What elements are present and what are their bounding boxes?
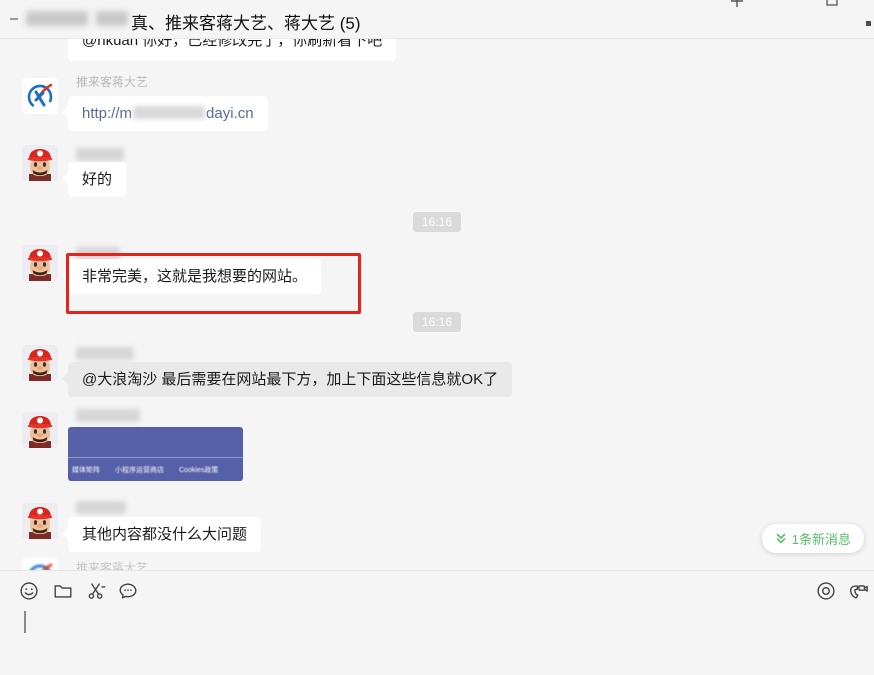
mario-avatar-icon <box>22 412 58 448</box>
folder-icon[interactable] <box>52 580 74 602</box>
sender-name: 推来客蒋大艺 <box>76 75 149 89</box>
avatar-tuilaike-logo[interactable] <box>22 78 58 114</box>
message-text: @大浪淘沙 最后需要在网站最下方，加上下面这些信息就OK了 <box>82 371 499 388</box>
image-message-website-footer[interactable]: 媒体矩阵 小程序运营商店 Cookies政策 <box>68 427 243 481</box>
avatar-mario[interactable] <box>22 412 58 448</box>
scrollbar-thumb[interactable] <box>866 21 871 26</box>
message-bubble-url[interactable]: http://m dayi.cn <box>62 96 268 131</box>
message-text: 非常完美，这就是我想要的网站。 <box>82 268 308 285</box>
message-input-area[interactable] <box>20 607 854 667</box>
bubble-tail <box>62 172 75 185</box>
emoji-icon[interactable] <box>18 580 40 602</box>
plus-icon[interactable] <box>729 0 745 9</box>
avatar-mario[interactable] <box>22 345 58 381</box>
timestamp-pill: 16:16 <box>412 312 462 332</box>
new-message-badge[interactable]: 1条新消息 <box>761 524 864 553</box>
message-bubble-no-problem[interactable]: 其他内容都没什么大问题 <box>62 517 262 552</box>
chat-header: 真、推来客蒋大艺、蒋大艺 (5) <box>0 0 874 39</box>
avatar-tuilaike-logo-clipped[interactable] <box>22 558 58 570</box>
message-bubble-mention[interactable]: @大浪淘沙 最后需要在网站最下方，加上下面这些信息就OK了 <box>62 362 513 397</box>
record-circle-icon[interactable] <box>815 580 837 602</box>
input-panel[interactable] <box>0 570 874 675</box>
image-footer-link: 媒体矩阵 <box>72 467 100 474</box>
double-chevron-down-icon <box>776 533 786 543</box>
image-footer-link: 小程序运营商店 <box>115 467 164 474</box>
title-redacted-segment <box>26 11 88 26</box>
mario-avatar-icon <box>22 503 58 539</box>
image-footer-divider <box>68 457 243 458</box>
avatar-mario[interactable] <box>22 145 58 181</box>
message-bubble-clipped-top[interactable]: @hkuan 你好，已经修改完了，你刷新看下吧 <box>68 38 397 61</box>
screenshot-scissors-icon[interactable] <box>85 580 107 602</box>
message-text: @hkuan 你好，已经修改完了，你刷新看下吧 <box>82 38 383 49</box>
sender-name-redacted <box>76 148 124 161</box>
bubble-tail <box>62 106 75 119</box>
video-call-icon[interactable] <box>847 580 869 602</box>
link-text-prefix: http://m <box>82 105 133 122</box>
new-message-badge-label: 1条新消息 <box>791 532 851 547</box>
sender-name-redacted <box>76 501 126 514</box>
sender-name-redacted <box>76 409 140 422</box>
message-bubble-ok[interactable]: 好的 <box>62 162 127 197</box>
bubble-tail <box>62 527 75 540</box>
chat-window: @hkuan 你好，已经修改完了，你刷新看下吧 推来客蒋大艺 http://m d… <box>0 0 874 675</box>
message-bubble-perfect[interactable]: 非常完美，这就是我想要的网站。 <box>62 259 322 294</box>
tuilaike-logo-icon <box>22 558 58 570</box>
title-redaction-tick <box>10 18 18 20</box>
avatar-mario[interactable] <box>22 503 58 539</box>
mario-avatar-icon <box>22 245 58 281</box>
redacted-url-blur <box>133 106 206 119</box>
message-text: 其他内容都没什么大问题 <box>82 526 248 543</box>
sender-name-clipped: 推来客蒋大艺 <box>76 561 149 570</box>
bubble-tail <box>62 372 75 385</box>
mario-avatar-icon <box>22 345 58 381</box>
maximize-icon[interactable] <box>825 0 839 7</box>
timestamp-pill: 16:16 <box>412 212 462 232</box>
avatar-mario[interactable] <box>22 245 58 281</box>
mario-avatar-icon <box>22 145 58 181</box>
message-history-icon[interactable] <box>117 580 139 602</box>
image-footer-link: Cookies政策 <box>179 467 219 474</box>
bubble-tail <box>62 269 75 282</box>
link-text-suffix: dayi.cn <box>206 105 254 122</box>
image-footer-links: 媒体矩阵 小程序运营商店 Cookies政策 <box>72 465 243 475</box>
chat-message-list[interactable]: @hkuan 你好，已经修改完了，你刷新看下吧 推来客蒋大艺 http://m d… <box>0 38 874 570</box>
message-text: 好的 <box>82 171 113 188</box>
tuilaike-logo-icon <box>22 78 58 114</box>
chat-title: 真、推来客蒋大艺、蒋大艺 (5) <box>131 14 361 33</box>
sender-name-redacted <box>76 347 134 360</box>
title-redacted-segment <box>96 11 128 26</box>
